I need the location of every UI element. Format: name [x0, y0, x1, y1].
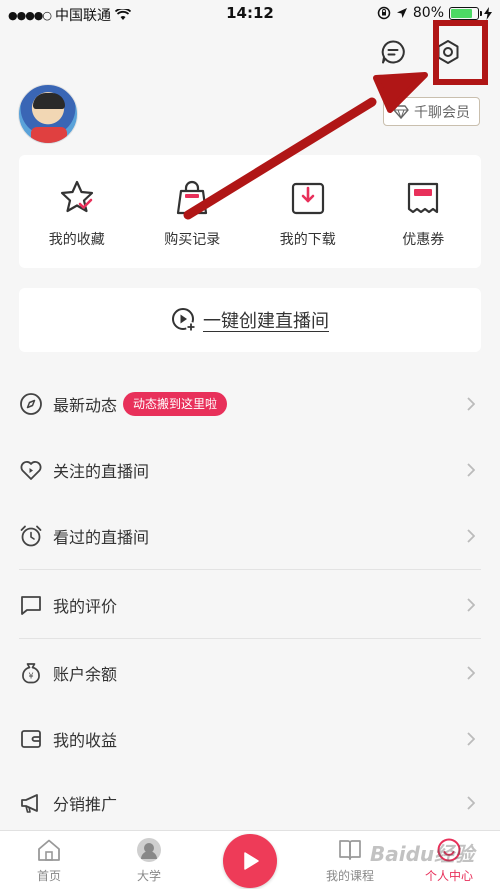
- compass-icon: [20, 393, 42, 415]
- menu-my-earnings-label: 我的收益: [53, 731, 118, 750]
- center-play-button[interactable]: [223, 834, 277, 888]
- vip-member-button[interactable]: 千聊会员: [383, 97, 480, 126]
- tab-home-label: 首页: [36, 869, 61, 883]
- menu-distribution-label: 分销推广: [53, 795, 118, 814]
- quick-coupons[interactable]: 优惠券: [366, 155, 482, 268]
- coupon-icon: [408, 182, 439, 214]
- heart-play-icon: [20, 461, 42, 480]
- menu-watched-live[interactable]: 看过的直播间: [19, 506, 481, 566]
- menu-my-reviews[interactable]: 我的评价: [19, 575, 481, 635]
- chevron-right-icon: [467, 397, 475, 411]
- svg-text:¥: ¥: [28, 672, 33, 681]
- diamond-icon: [393, 104, 409, 119]
- quick-coupons-label: 优惠券: [402, 232, 445, 248]
- home-icon: [38, 839, 60, 861]
- battery-fill: [451, 8, 472, 18]
- chevron-right-icon: [467, 598, 475, 612]
- quick-purchases-label: 购买记录: [164, 232, 221, 248]
- menu-my-earnings[interactable]: 我的收益: [19, 709, 481, 769]
- wallet-icon: [21, 730, 41, 748]
- charging-icon: [484, 6, 492, 20]
- quick-purchases[interactable]: 购买记录: [135, 155, 251, 268]
- menu-watched-live-label: 看过的直播间: [53, 528, 150, 547]
- create-live-room-label: 一键创建直播间: [203, 311, 329, 332]
- create-live-room-button[interactable]: 一键创建直播间: [19, 288, 481, 352]
- star-icon: [60, 180, 93, 213]
- orientation-lock-icon: [377, 6, 391, 20]
- chevron-right-icon: [467, 796, 475, 810]
- settings-highlight-box: [433, 20, 488, 85]
- vip-label: 千聊会员: [414, 104, 470, 121]
- watermark: Baidu经验: [370, 842, 475, 866]
- quick-downloads-label: 我的下载: [279, 232, 336, 248]
- menu-latest-news-label: 最新动态: [53, 396, 118, 415]
- play-icon: [244, 852, 259, 870]
- tab-profile-label: 个人中心: [424, 869, 473, 883]
- book-icon: [339, 840, 361, 860]
- tab-my-courses-label: 我的课程: [325, 869, 374, 883]
- status-bar: ●●●●○ 中国联通 14:12 80%: [0, 0, 500, 26]
- menu-distribution[interactable]: 分销推广: [19, 773, 481, 833]
- university-avatar-icon: [137, 838, 161, 862]
- menu-latest-news[interactable]: 最新动态 动态搬到这里啦: [19, 374, 481, 434]
- menu-divider: [19, 638, 481, 639]
- live-play-icon: [172, 308, 196, 332]
- menu-news-badge: 动态搬到这里啦: [123, 392, 228, 416]
- menu-account-balance[interactable]: ¥ 账户余额: [19, 643, 481, 703]
- chevron-right-icon: [467, 529, 475, 543]
- megaphone-icon: [21, 794, 38, 813]
- quick-actions-card: 我的收藏 购买记录 我的下载 优惠券: [19, 155, 481, 268]
- menu-followed-live[interactable]: 关注的直播间: [19, 440, 481, 500]
- download-icon: [291, 182, 324, 215]
- menu-account-balance-label: 账户余额: [53, 665, 118, 684]
- chevron-right-icon: [467, 463, 475, 477]
- alarm-clock-icon: [20, 525, 42, 547]
- comment-icon: [21, 596, 41, 615]
- shopping-bag-icon: [177, 180, 208, 215]
- location-icon: [396, 8, 407, 18]
- status-right: 80%: [377, 5, 492, 21]
- chat-icon[interactable]: [380, 39, 406, 65]
- tab-university-label: 大学: [136, 869, 161, 883]
- quick-downloads[interactable]: 我的下载: [250, 155, 366, 268]
- avatar[interactable]: [18, 84, 78, 144]
- tab-home[interactable]: 首页: [14, 837, 84, 884]
- menu-divider: [19, 569, 481, 570]
- chevron-right-icon: [467, 732, 475, 746]
- quick-favorites-label: 我的收藏: [48, 232, 105, 248]
- tab-university[interactable]: 大学: [114, 837, 184, 884]
- quick-favorites[interactable]: 我的收藏: [19, 155, 135, 268]
- battery-percent: 80%: [412, 5, 444, 21]
- chevron-right-icon: [467, 666, 475, 680]
- menu-my-reviews-label: 我的评价: [53, 597, 118, 616]
- battery-icon: [449, 6, 482, 20]
- menu-followed-live-label: 关注的直播间: [53, 462, 150, 481]
- money-bag-icon: ¥: [22, 663, 40, 684]
